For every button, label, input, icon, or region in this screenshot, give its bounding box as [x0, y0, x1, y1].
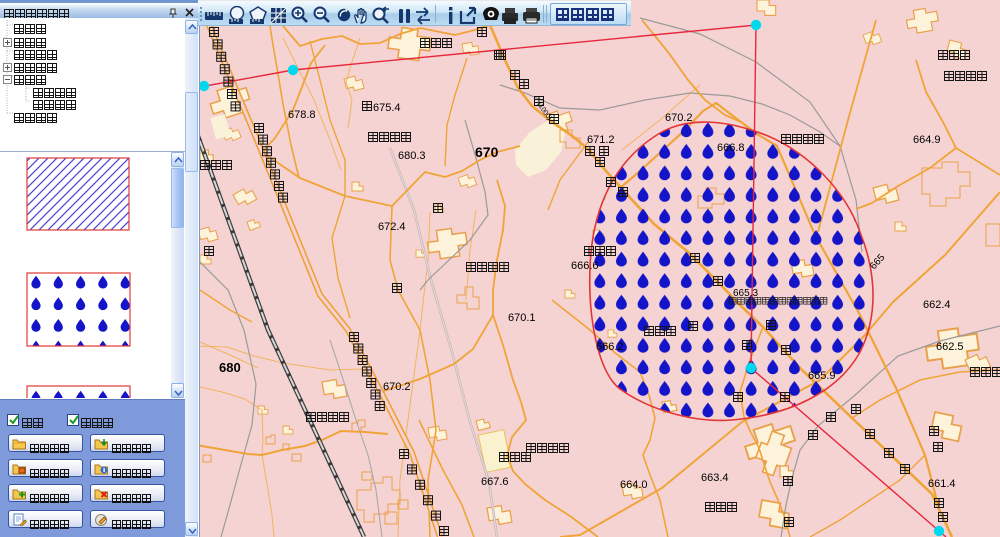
svg-text:678.8: 678.8: [288, 109, 316, 121]
svg-text:670.2: 670.2: [383, 381, 411, 393]
svg-text:664.9: 664.9: [913, 134, 941, 146]
svg-text:670: 670: [475, 144, 499, 160]
svg-text:671.2: 671.2: [587, 134, 615, 146]
svg-text:666.6: 666.6: [571, 260, 599, 272]
svg-text:665.9: 665.9: [808, 370, 836, 382]
svg-text:662.5: 662.5: [936, 341, 964, 353]
svg-text:680.3: 680.3: [398, 150, 426, 162]
svg-text:675.4: 675.4: [373, 102, 401, 114]
svg-text:670.1: 670.1: [508, 312, 536, 324]
svg-text:680: 680: [219, 360, 241, 375]
svg-text:672.4: 672.4: [378, 221, 406, 233]
svg-text:661.4: 661.4: [928, 478, 956, 490]
svg-text:667.6: 667.6: [481, 476, 509, 488]
svg-text:663.4: 663.4: [701, 472, 729, 484]
svg-text:666.2: 666.2: [596, 341, 624, 353]
svg-text:666.8: 666.8: [717, 142, 745, 154]
svg-text:670.2: 670.2: [665, 112, 693, 124]
svg-text:664.0: 664.0: [620, 479, 648, 491]
svg-text:662.4: 662.4: [923, 299, 951, 311]
